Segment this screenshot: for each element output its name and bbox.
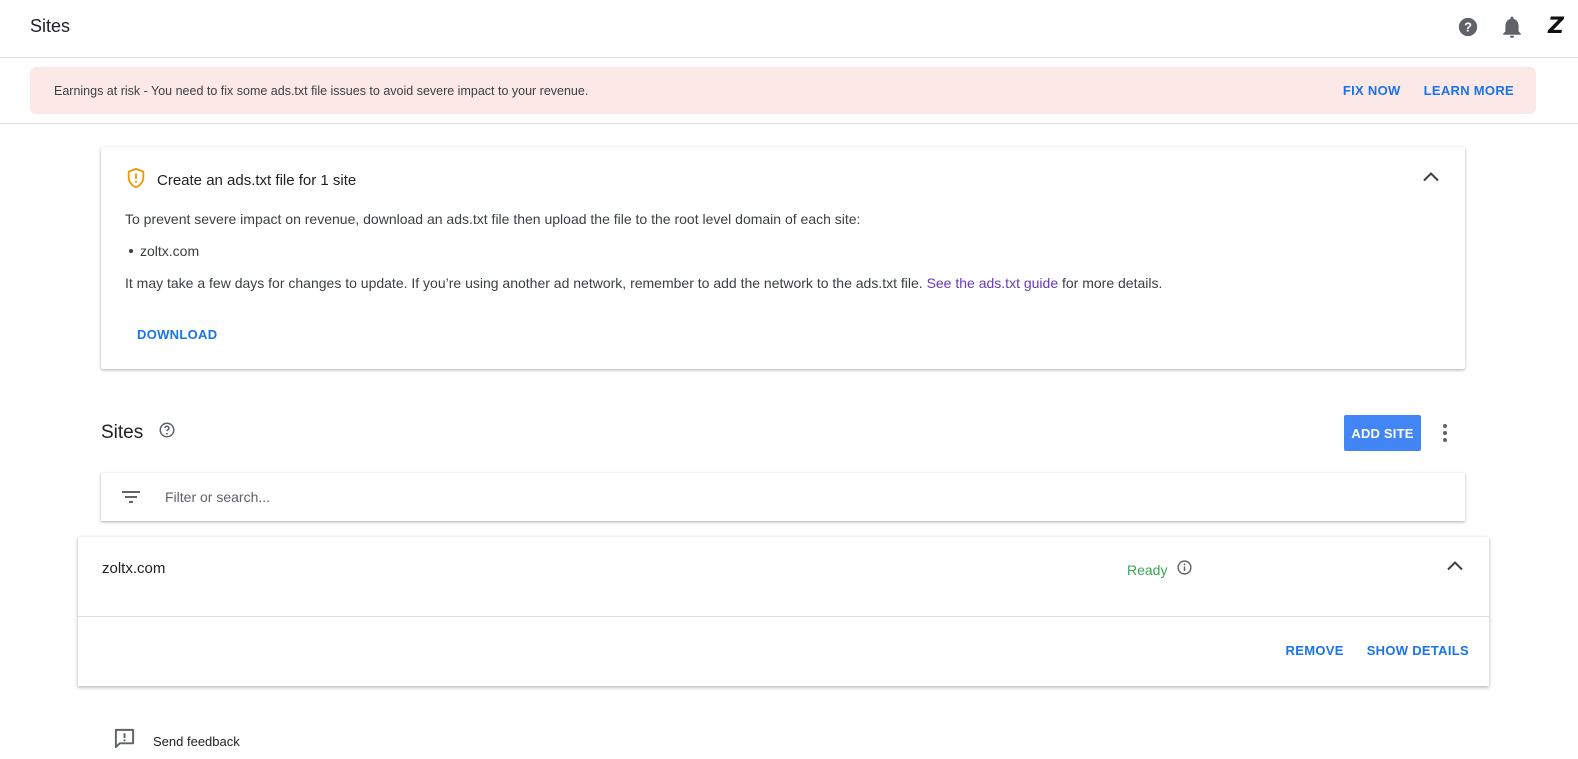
download-button[interactable]: DOWNLOAD	[137, 327, 217, 342]
ads-txt-guide-link[interactable]: See the ads.txt guide	[927, 275, 1059, 291]
site-row-divider	[78, 616, 1489, 617]
note-text-end: for more details.	[1058, 275, 1163, 291]
status-text: Ready	[1127, 562, 1168, 578]
chevron-up-icon[interactable]	[1445, 556, 1465, 581]
list-item: zoltx.com	[129, 243, 199, 259]
site-row-actions: REMOVE SHOW DETAILS	[1286, 643, 1469, 658]
header-actions: ? Z	[1456, 14, 1568, 39]
ads-txt-card-header: Create an ads.txt file for 1 site	[125, 167, 356, 194]
fix-now-button[interactable]: FIX NOW	[1343, 83, 1401, 98]
banner-divider	[0, 123, 1578, 124]
banner-message: Earnings at risk - You need to fix some …	[54, 83, 589, 98]
learn-more-button[interactable]: LEARN MORE	[1424, 83, 1514, 98]
bullet	[129, 249, 133, 253]
banner-actions: FIX NOW LEARN MORE	[1343, 67, 1514, 114]
sites-section-title: Sites	[101, 421, 144, 443]
note-text: It may take a few days for changes to up…	[125, 275, 927, 291]
sites-section-header: Sites	[101, 421, 176, 444]
bell-icon[interactable]	[1500, 15, 1524, 39]
filter-bar	[101, 473, 1465, 521]
site-domain: zoltx.com	[102, 560, 166, 577]
top-app-bar: Sites ? Z	[0, 0, 1578, 58]
show-details-button[interactable]: SHOW DETAILS	[1367, 643, 1469, 658]
help-circle-icon[interactable]: ?	[1456, 15, 1480, 39]
page-title: Sites	[30, 16, 71, 36]
account-avatar[interactable]: Z	[1544, 14, 1568, 39]
ads-txt-card: Create an ads.txt file for 1 site To pre…	[101, 147, 1465, 369]
site-status: Ready	[1127, 559, 1193, 581]
site-domain-text: zoltx.com	[140, 243, 200, 259]
svg-text:?: ?	[1464, 19, 1472, 34]
filter-list-icon	[119, 485, 143, 514]
earnings-at-risk-banner: Earnings at risk - You need to fix some …	[30, 67, 1536, 114]
more-vert-icon[interactable]	[1433, 421, 1457, 450]
feedback-icon	[113, 727, 136, 755]
chevron-up-icon[interactable]	[1421, 167, 1441, 192]
help-outline-icon[interactable]	[158, 421, 176, 444]
send-feedback[interactable]: Send feedback	[113, 727, 240, 755]
filter-search-input[interactable]	[165, 486, 1415, 508]
add-site-button[interactable]: ADD SITE	[1344, 415, 1421, 451]
info-icon[interactable]	[1176, 559, 1193, 581]
shield-warning-icon	[125, 167, 147, 194]
ads-txt-instruction: To prevent severe impact on revenue, dow…	[125, 211, 861, 227]
ads-txt-card-title: Create an ads.txt file for 1 site	[157, 172, 357, 189]
ads-txt-note: It may take a few days for changes to up…	[125, 275, 1162, 291]
site-row-card: zoltx.com Ready REMOVE SHOW DETAILS	[78, 537, 1489, 686]
remove-button[interactable]: REMOVE	[1286, 643, 1344, 658]
send-feedback-label: Send feedback	[153, 733, 240, 749]
